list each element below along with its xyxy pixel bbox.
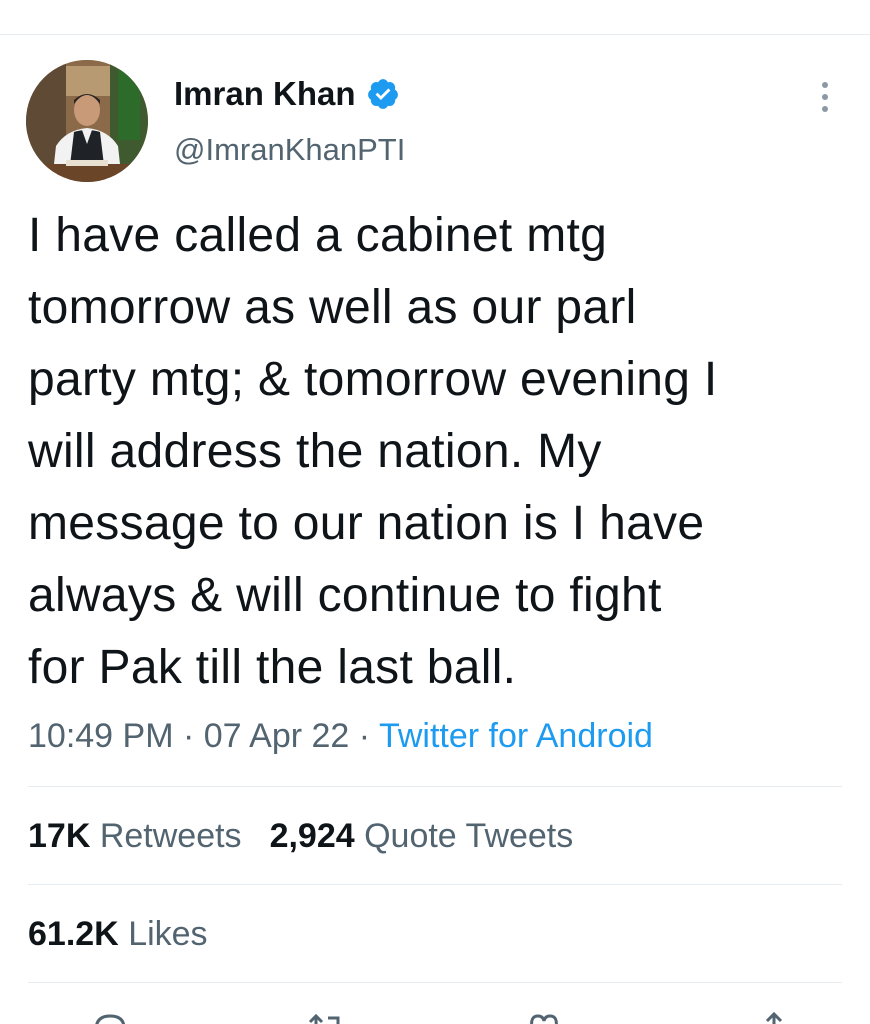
meta-separator: ·	[358, 717, 379, 755]
tweet-source-link[interactable]: Twitter for Android	[379, 717, 653, 755]
verified-badge-icon	[366, 77, 400, 111]
engagement-stats: 17K Retweets 2,924 Quote Tweets	[28, 812, 601, 860]
quote-tweets-stat[interactable]: 2,924 Quote Tweets	[270, 812, 574, 860]
more-options-icon[interactable]	[812, 80, 838, 114]
author-handle[interactable]: @ImranKhanPTI	[174, 128, 405, 172]
tweet-detail-page: Imran Khan @ImranKhanPTI I have called a…	[0, 0, 870, 1024]
share-icon[interactable]	[752, 1008, 796, 1024]
tweet-text-line: tomorrow as well as our parl	[28, 281, 637, 334]
tweet-meta: 10:49 PM · 07 Apr 22 · Twitter for Andro…	[28, 712, 653, 760]
tweet-date[interactable]: 07 Apr 22	[204, 717, 350, 755]
heart-icon[interactable]	[522, 1008, 566, 1024]
quote-tweets-count: 2,924	[269, 817, 365, 855]
retweet-icon[interactable]	[304, 1008, 348, 1024]
quote-tweets-label: Quote Tweets	[364, 817, 574, 855]
author-name-row[interactable]: Imran Khan	[174, 72, 400, 116]
likes-stat[interactable]: 61.2K Likes	[28, 910, 208, 958]
avatar-photo	[26, 60, 148, 182]
divider	[28, 786, 842, 787]
retweets-stat[interactable]: 17K Retweets	[28, 812, 242, 860]
retweets-label: Retweets	[99, 817, 242, 855]
tweet-text-line: always & will continue to fight	[28, 569, 662, 622]
avatar[interactable]	[26, 60, 148, 182]
action-bar	[0, 1008, 870, 1024]
divider	[28, 884, 842, 885]
tweet-text-line: will address the nation. My	[28, 425, 602, 478]
likes-label: Likes	[128, 915, 208, 953]
likes-count: 61.2K	[28, 915, 129, 953]
top-divider	[0, 34, 870, 35]
author-name: Imran Khan	[174, 75, 356, 112]
tweet-text-line: party mtg; & tomorrow evening I	[28, 353, 718, 406]
divider	[28, 982, 842, 983]
tweet-time[interactable]: 10:49 PM	[28, 717, 174, 755]
reply-icon[interactable]	[88, 1008, 132, 1024]
tweet-text: I have called a cabinet mtg tomorrow as …	[28, 200, 848, 704]
meta-separator: ·	[182, 717, 204, 755]
tweet-text-line: I have called a cabinet mtg	[28, 209, 608, 262]
tweet-text-line: for Pak till the last ball.	[28, 641, 517, 694]
retweets-count: 17K	[28, 817, 100, 855]
tweet-text-line: message to our nation is I have	[28, 497, 705, 550]
